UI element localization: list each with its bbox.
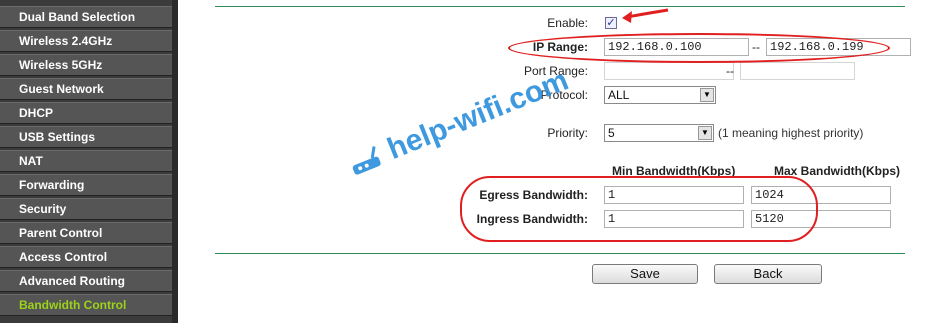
- sidebar-item-forwarding[interactable]: Forwarding: [0, 174, 172, 196]
- ip-range-start-input[interactable]: 192.168.0.100: [604, 38, 749, 56]
- ingress-max-input[interactable]: 5120: [751, 210, 891, 228]
- priority-hint: (1 meaning highest priority): [718, 126, 864, 140]
- sidebar-item-guest-network[interactable]: Guest Network: [0, 78, 172, 100]
- enable-checkbox[interactable]: ✓: [605, 17, 617, 29]
- sidebar-item-bandwidth-control[interactable]: Bandwidth Control: [0, 294, 172, 316]
- chevron-down-icon: ▼: [700, 88, 714, 102]
- chevron-down-icon: ▼: [698, 126, 712, 140]
- sidebar-menu: Dual Band Selection Wireless 2.4GHz Wire…: [0, 0, 178, 323]
- sidebar-item-parent-control[interactable]: Parent Control: [0, 222, 172, 244]
- main-panel: Enable: ✓ IP Range: 192.168.0.100 -- 192…: [178, 0, 925, 323]
- ingress-min-input[interactable]: 1: [604, 210, 744, 228]
- ip-range-label: IP Range:: [532, 40, 588, 54]
- ingress-bandwidth-label: Ingress Bandwidth:: [476, 212, 588, 226]
- red-arrow-icon: [622, 8, 669, 23]
- enable-label: Enable:: [547, 16, 588, 30]
- sidebar-item-wireless-24ghz[interactable]: Wireless 2.4GHz: [0, 30, 172, 52]
- protocol-select-value: ALL: [608, 88, 630, 102]
- priority-select[interactable]: 5 ▼: [604, 124, 714, 142]
- bottom-divider: [215, 253, 905, 254]
- port-range-end-input[interactable]: [740, 62, 855, 80]
- egress-bandwidth-label: Egress Bandwidth:: [479, 188, 588, 202]
- sidebar-item-security[interactable]: Security: [0, 198, 172, 220]
- max-bandwidth-header: Max Bandwidth(Kbps): [774, 164, 900, 178]
- egress-min-input[interactable]: 1: [604, 186, 744, 204]
- port-range-start-input[interactable]: [604, 62, 734, 80]
- egress-max-input[interactable]: 1024: [751, 186, 891, 204]
- back-button[interactable]: Back: [714, 264, 822, 284]
- sidebar-item-access-control[interactable]: Access Control: [0, 246, 172, 268]
- top-divider: [215, 6, 905, 7]
- ip-range-separator: --: [752, 40, 760, 54]
- save-button[interactable]: Save: [592, 264, 698, 284]
- priority-select-value: 5: [608, 126, 615, 140]
- sidebar-item-nat[interactable]: NAT: [0, 150, 172, 172]
- ip-range-end-input[interactable]: 192.168.0.199: [766, 38, 911, 56]
- protocol-select[interactable]: ALL ▼: [604, 86, 716, 104]
- min-bandwidth-header: Min Bandwidth(Kbps): [612, 164, 736, 178]
- sidebar-item-usb-settings[interactable]: USB Settings: [0, 126, 172, 148]
- sidebar-item-wireless-5ghz[interactable]: Wireless 5GHz: [0, 54, 172, 76]
- sidebar-item-dual-band-selection[interactable]: Dual Band Selection: [0, 6, 172, 28]
- port-range-separator: --: [726, 64, 734, 78]
- sidebar-item-dhcp[interactable]: DHCP: [0, 102, 172, 124]
- sidebar-item-advanced-routing[interactable]: Advanced Routing: [0, 270, 172, 292]
